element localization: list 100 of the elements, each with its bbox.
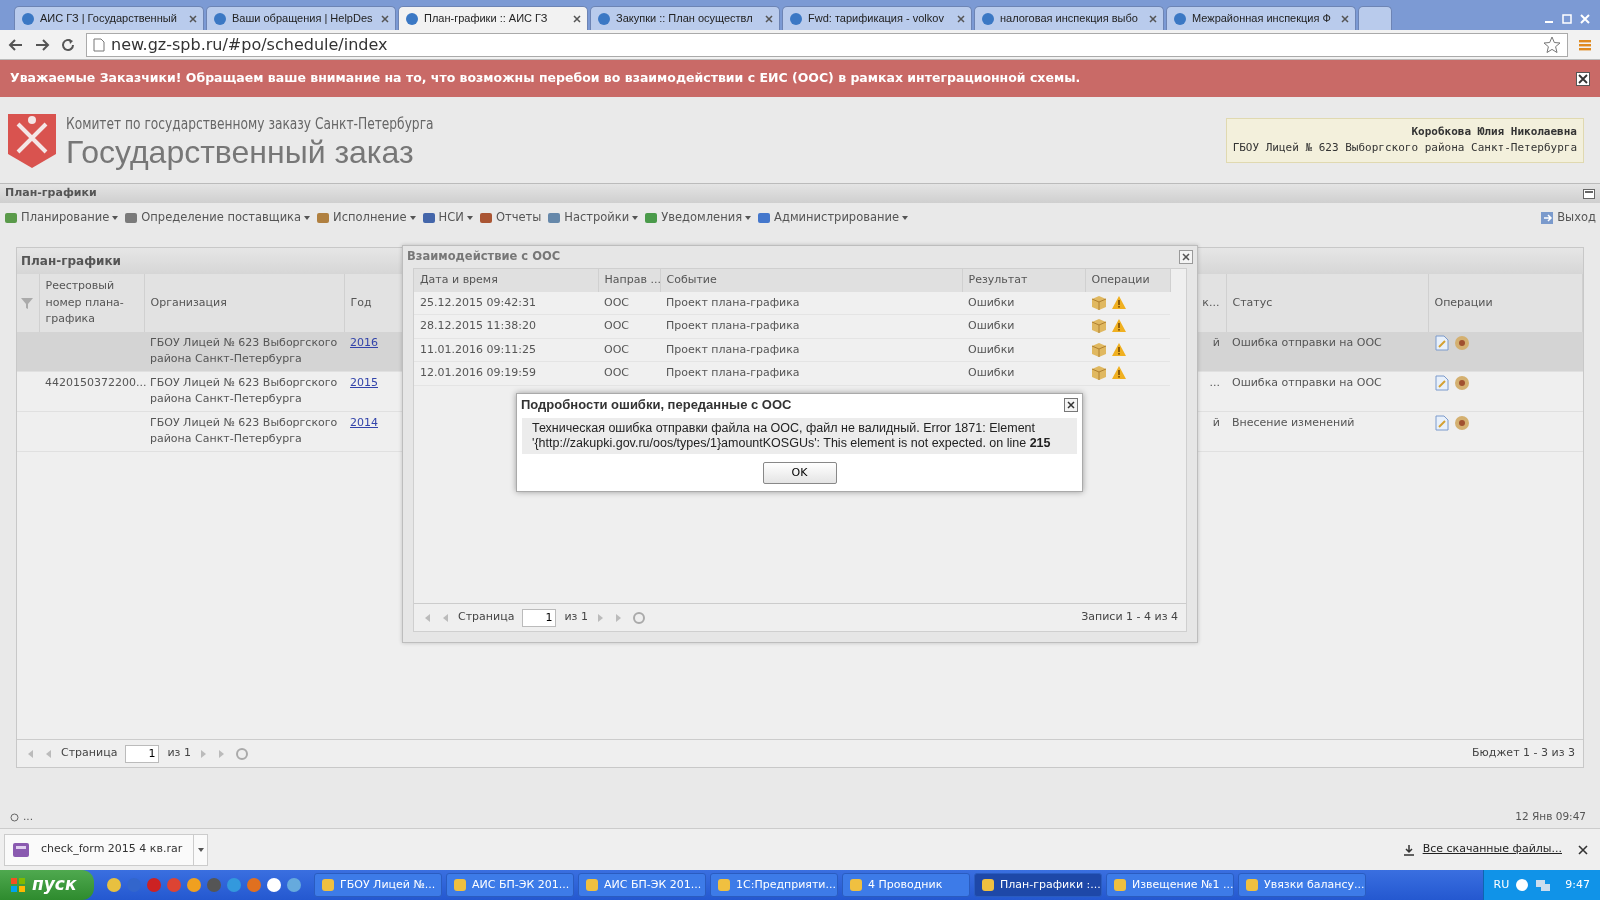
download-item[interactable]: check_form 2015 4 кв.rar	[4, 833, 208, 866]
column-header[interactable]: Реестровый номер плана-графика	[39, 274, 144, 332]
start-button[interactable]: пуск	[0, 870, 94, 900]
column-header[interactable]: Год	[344, 274, 404, 332]
exit-button[interactable]: Выход	[1540, 209, 1596, 227]
taskbar-button[interactable]: План-графики :...	[974, 873, 1102, 897]
document-icon[interactable]	[1434, 334, 1450, 351]
emblem-icon[interactable]	[1454, 414, 1470, 431]
menu-item[interactable]: Планирование	[4, 209, 119, 227]
menu-item[interactable]: Определение поставщика	[124, 209, 311, 227]
page-count: из 1	[564, 609, 588, 626]
taskbar-button[interactable]: 4 Проводник	[842, 873, 970, 897]
table-cell: ГБОУ Лицей № 623 Выборгского района Санкт-Петербурга	[144, 411, 344, 451]
table-row[interactable]: 25.12.2015 09:42:31 ООС Проект плана-графика Ошибки	[414, 291, 1170, 315]
address-field[interactable]: new.gz-spb.ru/#po/schedule/index	[86, 32, 1568, 57]
browser-tab[interactable]: План-графики :: АИС ГЗ	[398, 6, 588, 30]
language-indicator[interactable]: RU	[1493, 876, 1510, 894]
table-cell: ООС	[598, 361, 660, 385]
taskbar-button[interactable]: ГБОУ Лицей №...	[314, 873, 442, 897]
browser-tab[interactable]: налоговая инспекция выбо	[974, 6, 1164, 30]
taskbar-button[interactable]: 1С:Предприяти...	[710, 873, 838, 897]
table-cell: Проект плана-графика	[660, 291, 962, 315]
menu-item-icon	[124, 211, 139, 225]
refresh-icon[interactable]	[234, 746, 249, 761]
year-link[interactable]: 2016	[350, 335, 378, 349]
column-header[interactable]: Событие	[660, 269, 962, 292]
table-row[interactable]: 12.01.2016 09:19:59 ООС Проект плана-графика Ошибки	[414, 361, 1170, 385]
menu-item[interactable]: Уведомления	[644, 209, 752, 227]
close-icon[interactable]	[1064, 398, 1078, 412]
star-icon[interactable]	[1543, 35, 1561, 54]
table-row[interactable]: 11.01.2016 09:11:25 ООС Проект плана-графика Ошибки	[414, 338, 1170, 362]
forward-icon[interactable]	[34, 36, 50, 53]
collapse-icon[interactable]	[1583, 188, 1595, 199]
new-tab-button[interactable]	[1358, 6, 1392, 30]
package-icon[interactable]	[1091, 341, 1107, 358]
taskbar-button[interactable]: Извещение №1 ...	[1106, 873, 1234, 897]
table-cell: ООС	[598, 338, 660, 362]
user-organization: ГБОУ Лицей № 623 Выборгского района Санкт-Петербурга	[1232, 140, 1577, 156]
page-field[interactable]: 1	[125, 744, 160, 763]
document-icon[interactable]	[1434, 414, 1450, 431]
all-downloads-link[interactable]: Все скачанные файлы...	[1402, 841, 1562, 858]
column-header[interactable]: Статус	[1226, 274, 1428, 332]
taskbar-button[interactable]: АИС БП-ЭК 201...	[446, 873, 574, 897]
column-header[interactable]: Направ ...	[598, 269, 660, 292]
tray-icon[interactable]	[1515, 878, 1530, 892]
column-header[interactable]: Операции	[1085, 269, 1170, 292]
menu-item[interactable]: Настройки	[547, 209, 639, 227]
warning-icon[interactable]	[1111, 318, 1127, 334]
warning-icon[interactable]	[1111, 294, 1127, 310]
menu-item-icon	[478, 211, 493, 225]
taskbar-button[interactable]: АИС БП-ЭК 201...	[578, 873, 706, 897]
app-icon	[981, 878, 995, 892]
table-cell: Ошибки	[962, 338, 1085, 362]
menu-item[interactable]: Администрирование	[757, 209, 909, 227]
restore-icon[interactable]	[1560, 12, 1574, 26]
emblem-icon[interactable]	[1454, 374, 1470, 391]
org-name: Комитет по государственному заказу Санкт-Петербурга	[66, 113, 434, 135]
package-icon[interactable]	[1091, 318, 1107, 335]
page-label: Страница	[61, 745, 118, 762]
emblem-icon[interactable]	[1454, 334, 1470, 351]
year-link[interactable]: 2015	[350, 375, 378, 389]
browser-tab[interactable]: Ваши обращения | HelpDes	[206, 6, 396, 30]
ok-button[interactable]: OK	[762, 462, 837, 484]
app-icon	[321, 878, 335, 892]
filter-icon[interactable]	[20, 295, 34, 310]
page-field[interactable]: 1	[522, 608, 557, 627]
menu-item[interactable]: Исполнение	[316, 209, 416, 227]
menu-item[interactable]: Отчеты	[478, 209, 542, 227]
reload-icon[interactable]	[60, 36, 76, 53]
back-icon[interactable]	[8, 36, 24, 53]
table-row[interactable]: 28.12.2015 11:38:20 ООС Проект плана-графика Ошибки	[414, 314, 1170, 338]
menu-item-icon	[547, 211, 562, 225]
warning-icon[interactable]	[1111, 341, 1127, 357]
year-link[interactable]: 2014	[350, 415, 378, 429]
alert-message: Уважаемые Заказчики! Обращаем ваше внимание на то, что возможны перебои во взаимодействии с ЕИС (ООС) в рамках интеграционной схемы.	[10, 69, 1081, 88]
network-icon[interactable]	[1535, 878, 1552, 892]
menu-icon[interactable]	[1578, 37, 1592, 52]
browser-tab[interactable]: Межрайонная инспекция Ф	[1166, 6, 1356, 30]
column-header[interactable]: Дата и время	[414, 269, 598, 292]
document-icon[interactable]	[1434, 374, 1450, 391]
close-icon[interactable]	[1576, 71, 1590, 86]
column-header[interactable]: Организация	[144, 274, 344, 332]
close-icon[interactable]	[1578, 844, 1588, 855]
column-header[interactable]: Операции	[1428, 274, 1583, 332]
package-icon[interactable]	[1091, 294, 1107, 311]
table-cell: ООС	[598, 291, 660, 315]
browser-tab[interactable]: Закупки :: План осуществл	[590, 6, 780, 30]
package-icon[interactable]	[1091, 365, 1107, 382]
close-icon[interactable]	[573, 14, 581, 23]
table-cell: Внесение изменений	[1226, 411, 1428, 451]
table-cell: ООС	[598, 314, 660, 338]
close-icon[interactable]	[1179, 250, 1193, 264]
browser-tab[interactable]: АИС ГЗ | Государственный	[14, 6, 204, 30]
column-header[interactable]: Результат	[962, 269, 1085, 292]
browser-tab[interactable]: Fwd: тарификация - volkov	[782, 6, 972, 30]
warning-icon[interactable]	[1111, 365, 1127, 381]
menu-item[interactable]: НСИ	[421, 209, 473, 227]
table-cell: 11.01.2016 09:11:25	[414, 338, 598, 362]
refresh-icon[interactable]	[631, 610, 646, 625]
taskbar-button[interactable]: Увязки балансу...	[1238, 873, 1366, 897]
